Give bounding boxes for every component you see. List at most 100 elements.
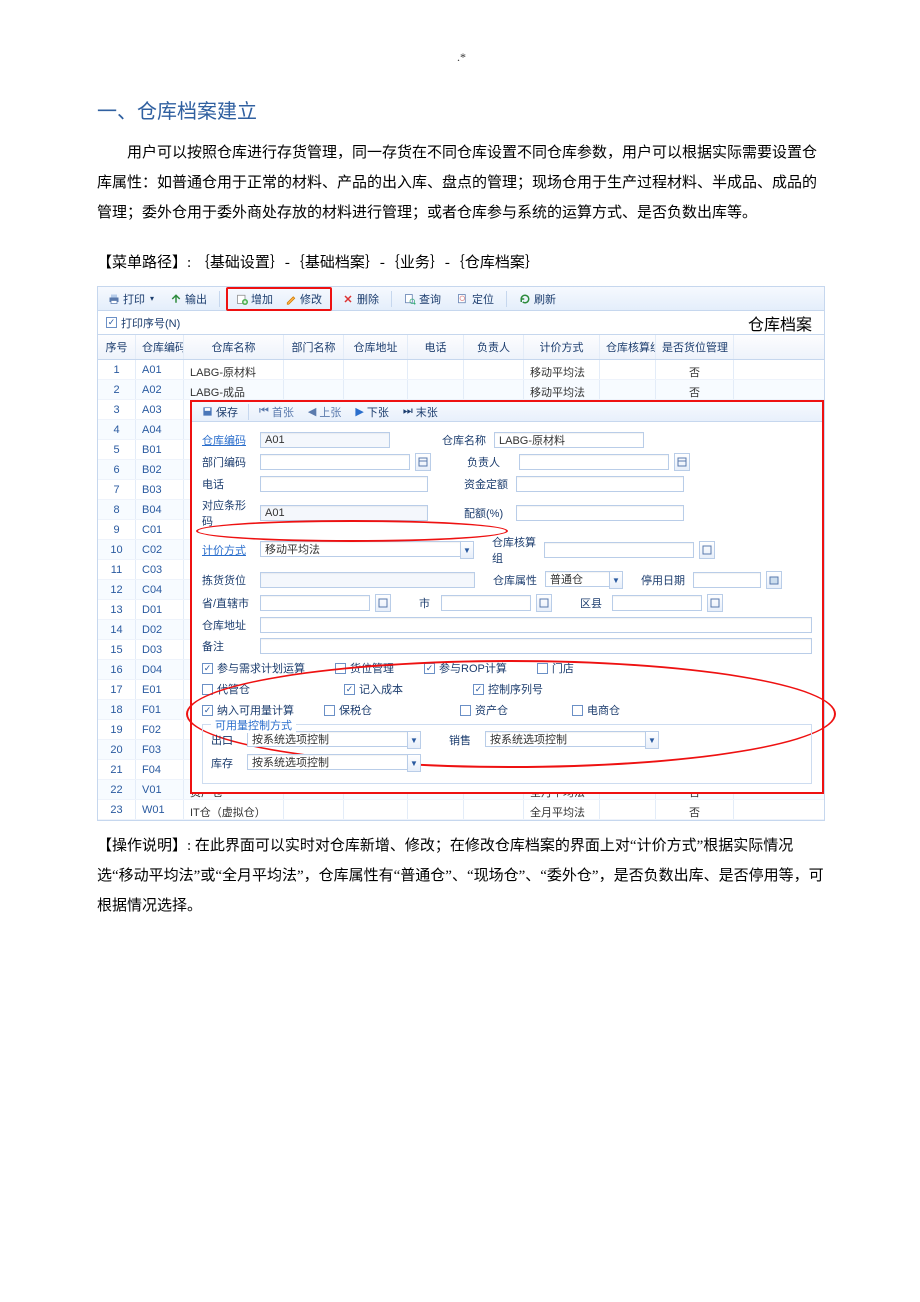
print-icon bbox=[108, 293, 120, 305]
demand-checkbox[interactable]: ✓参与需求计划运算 bbox=[202, 660, 305, 676]
refresh-button[interactable]: 刷新 bbox=[513, 289, 562, 309]
delete-button[interactable]: 删除 bbox=[336, 289, 385, 309]
menu-path-label: 【菜单路径】: bbox=[97, 255, 191, 271]
acct-picker-icon[interactable] bbox=[699, 541, 715, 559]
acct-input[interactable] bbox=[544, 542, 694, 558]
avail-control-fieldset: 可用量控制方式 出口 ▼ 销售 ▼ 库存 ▼ bbox=[202, 724, 812, 784]
sub-toolbar: ✓打印序号(N) 仓库档案 bbox=[98, 311, 824, 335]
table-cell bbox=[408, 380, 464, 399]
proxy-checkbox[interactable]: 代管仓 bbox=[202, 681, 250, 697]
next-record-button[interactable]: ▶下张 bbox=[349, 403, 394, 421]
query-button[interactable]: 查询 bbox=[398, 289, 447, 309]
bond-checkbox[interactable]: 保税仓 bbox=[324, 702, 372, 718]
first-record-button[interactable]: ⏮首张 bbox=[253, 403, 300, 421]
last-record-button[interactable]: ⏭末张 bbox=[397, 403, 444, 421]
county-picker-icon[interactable] bbox=[707, 594, 723, 612]
op-text: 在此界面可以实时对仓库新增、修改；在修改仓库档案的界面上对“计价方式”根据实际情… bbox=[97, 838, 824, 914]
table-cell: F04 bbox=[136, 760, 184, 779]
heading: 一、仓库档案建立 bbox=[97, 95, 826, 124]
grid-header-cell: 负责人 bbox=[464, 335, 524, 359]
sale-select[interactable]: ▼ bbox=[485, 731, 659, 749]
stopdate-picker-icon[interactable] bbox=[766, 571, 782, 589]
table-cell: 19 bbox=[98, 720, 136, 739]
grid-header-cell: 部门名称 bbox=[284, 335, 344, 359]
pickloc-input[interactable] bbox=[260, 572, 475, 588]
table-row[interactable]: 2A02LABG-成品移动平均法否 bbox=[98, 380, 824, 400]
barcode-input[interactable] bbox=[260, 505, 428, 521]
table-cell bbox=[464, 380, 524, 399]
addr-label: 仓库地址 bbox=[202, 617, 254, 633]
prev-record-button[interactable]: ◀上张 bbox=[302, 403, 347, 421]
table-cell bbox=[344, 360, 408, 379]
loc-checkbox[interactable]: 货位管理 bbox=[335, 660, 394, 676]
ratio-input[interactable] bbox=[516, 505, 684, 521]
attr-label: 仓库属性 bbox=[493, 572, 539, 588]
save-button[interactable]: 保存 bbox=[196, 403, 244, 421]
table-row[interactable]: 1A01LABG-原材料移动平均法否 bbox=[98, 360, 824, 380]
detail-toolbar: 保存 ⏮首张 ◀上张 ▶下张 ⏭末张 bbox=[192, 402, 822, 422]
province-picker-icon[interactable] bbox=[375, 594, 391, 612]
table-cell: D03 bbox=[136, 640, 184, 659]
province-input[interactable] bbox=[260, 595, 370, 611]
asset-checkbox[interactable]: 资产仓 bbox=[460, 702, 508, 718]
stock-select[interactable]: ▼ bbox=[247, 754, 421, 772]
fund-input[interactable] bbox=[516, 476, 684, 492]
city-input[interactable] bbox=[441, 595, 531, 611]
export-button[interactable]: 输出 bbox=[164, 289, 213, 309]
table-cell: IT仓（虚拟仓） bbox=[184, 800, 284, 819]
add-button[interactable]: 增加 bbox=[230, 289, 279, 309]
main-toolbar: 打印▾ 输出 增加 修改 删除 bbox=[98, 287, 824, 311]
print-seq-checkbox[interactable]: ✓打印序号(N) bbox=[106, 315, 180, 331]
acct-label: 仓库核算组 bbox=[492, 534, 538, 566]
grid-header-cell: 仓库名称 bbox=[184, 335, 284, 359]
valuation-select[interactable]: ▼ bbox=[260, 541, 474, 559]
edit-button[interactable]: 修改 bbox=[279, 289, 328, 309]
table-cell: F01 bbox=[136, 700, 184, 719]
serial-checkbox[interactable]: ✓控制序列号 bbox=[473, 681, 543, 697]
app-window: 打印▾ 输出 增加 修改 删除 bbox=[97, 286, 825, 821]
table-cell: 全月平均法 bbox=[524, 800, 600, 819]
owner-input[interactable] bbox=[519, 454, 669, 470]
county-input[interactable] bbox=[612, 595, 702, 611]
table-cell: A03 bbox=[136, 400, 184, 419]
dept-picker-icon[interactable] bbox=[415, 453, 431, 471]
table-cell: LABG-成品 bbox=[184, 380, 284, 399]
phone-input[interactable] bbox=[260, 476, 428, 492]
table-cell: 14 bbox=[98, 620, 136, 639]
table-cell bbox=[344, 800, 408, 819]
dept-input[interactable] bbox=[260, 454, 410, 470]
out-select[interactable]: ▼ bbox=[247, 731, 421, 749]
print-button[interactable]: 打印▾ bbox=[102, 289, 160, 309]
grid-header-cell: 序号 bbox=[98, 335, 136, 359]
addr-input[interactable] bbox=[260, 617, 812, 633]
table-cell: 7 bbox=[98, 480, 136, 499]
code-input[interactable] bbox=[260, 432, 390, 448]
table-cell: 17 bbox=[98, 680, 136, 699]
shop-checkbox[interactable]: 门店 bbox=[537, 660, 574, 676]
city-picker-icon[interactable] bbox=[536, 594, 552, 612]
table-cell: 5 bbox=[98, 440, 136, 459]
attr-select[interactable]: ▼ bbox=[545, 571, 623, 589]
rop-checkbox[interactable]: ✓参与ROP计算 bbox=[424, 660, 507, 676]
city-label: 市 bbox=[419, 595, 435, 611]
name-input[interactable] bbox=[494, 432, 644, 448]
out-label: 出口 bbox=[211, 732, 241, 748]
eshop-checkbox[interactable]: 电商仓 bbox=[572, 702, 620, 718]
table-cell: 21 bbox=[98, 760, 136, 779]
intro-paragraph: 用户可以按照仓库进行存货管理，同一存货在不同仓库设置不同仓库参数，用户可以根据实… bbox=[97, 138, 826, 228]
table-cell: 20 bbox=[98, 740, 136, 759]
table-cell: C04 bbox=[136, 580, 184, 599]
remark-input[interactable] bbox=[260, 638, 812, 654]
table-cell: B01 bbox=[136, 440, 184, 459]
owner-picker-icon[interactable] bbox=[674, 453, 690, 471]
table-cell: D04 bbox=[136, 660, 184, 679]
table-row[interactable]: 23W01IT仓（虚拟仓）全月平均法否 bbox=[98, 800, 824, 820]
add-edit-highlight: 增加 修改 bbox=[226, 287, 332, 311]
table-cell: A04 bbox=[136, 420, 184, 439]
table-cell: B04 bbox=[136, 500, 184, 519]
cost-checkbox[interactable]: ✓记入成本 bbox=[344, 681, 403, 697]
locate-button[interactable]: 定位 bbox=[451, 289, 500, 309]
ratio-label: 配额(%) bbox=[464, 505, 510, 521]
stopdate-input[interactable] bbox=[693, 572, 761, 588]
avail-checkbox[interactable]: ✓纳入可用量计算 bbox=[202, 702, 294, 718]
